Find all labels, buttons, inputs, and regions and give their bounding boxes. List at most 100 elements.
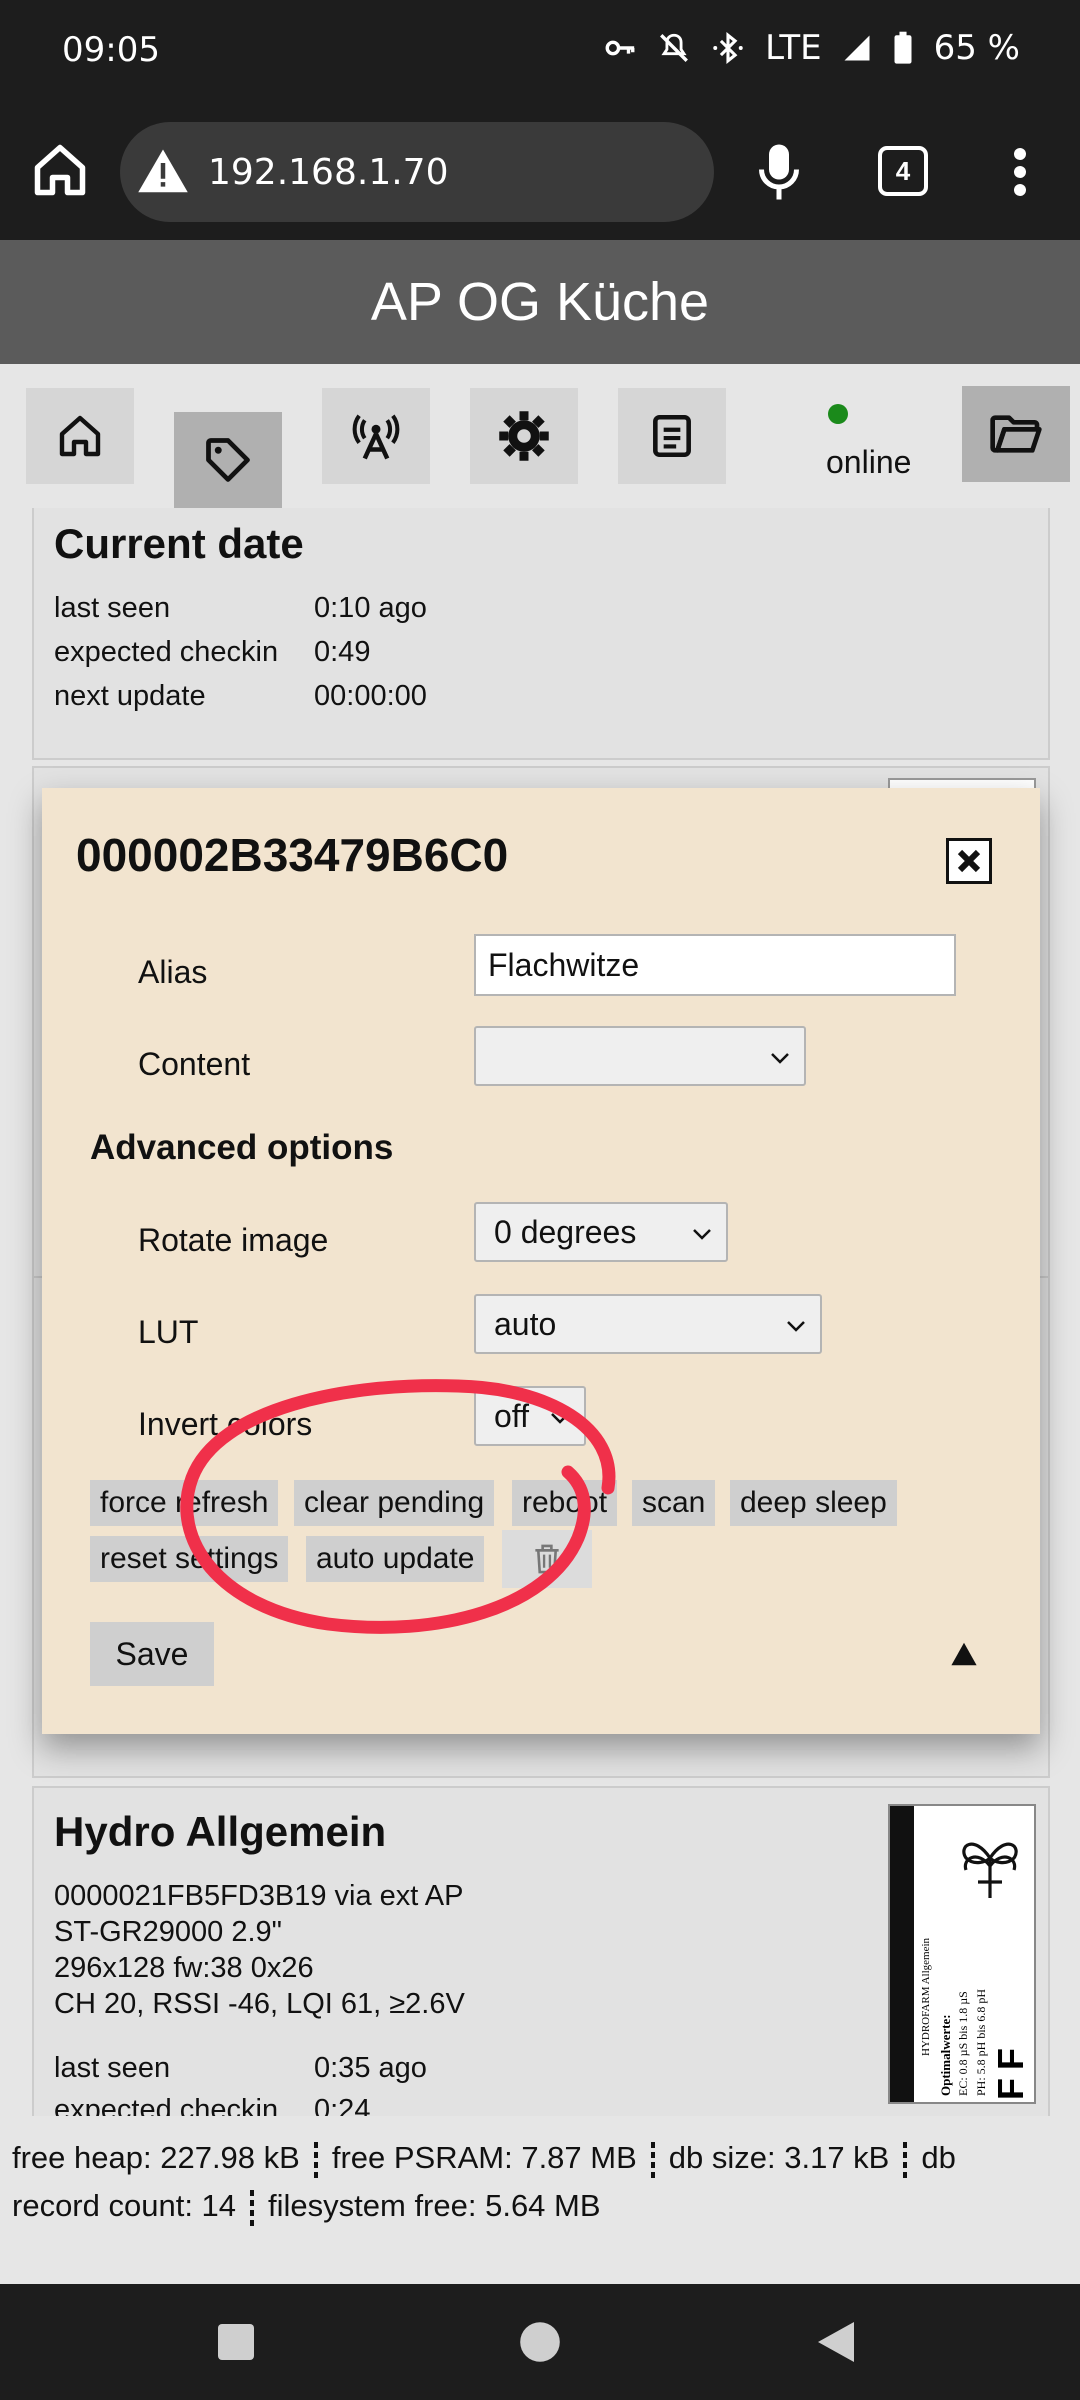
home-icon <box>59 415 101 457</box>
bluetooth-icon <box>713 32 743 64</box>
tag-preview-image[interactable]: HYDROFARM Allgemein Optimalwerte: EC: 0.… <box>888 1804 1036 2104</box>
close-dialog-button[interactable] <box>946 838 992 884</box>
info-value: 00:00:00 <box>314 680 427 712</box>
android-status-bar: 09:05 LTE 65 % <box>0 0 1080 104</box>
image-ph-text: PH: 5.8 pH bis 6.8 pH <box>974 1988 988 2096</box>
separator <box>313 2141 318 2178</box>
browser-home-button[interactable] <box>30 140 90 200</box>
nav-home-button[interactable] <box>26 388 134 484</box>
rotate-select[interactable]: 0 degrees <box>474 1202 728 1262</box>
force-refresh-button[interactable]: force refresh <box>90 1480 279 1526</box>
tag-mac: 0000021FB5FD3B19 via ext AP <box>54 1880 464 1912</box>
content-select[interactable] <box>474 1026 806 1086</box>
info-row: expected checkin 0:49 <box>54 636 370 669</box>
tab-switcher-button[interactable]: 4 <box>878 146 928 196</box>
online-status-label: online <box>826 444 912 480</box>
image-side-text: HYDROFARM Allgemein <box>920 1937 932 2056</box>
close-icon <box>957 849 981 873</box>
filesystem-free: filesystem free: 5.64 MB <box>268 2188 601 2223</box>
delete-tag-button[interactable] <box>502 1530 592 1588</box>
separator <box>903 2141 908 2178</box>
gear-icon <box>499 411 549 461</box>
info-label: expected checkin <box>54 636 279 668</box>
collapse-up-icon[interactable] <box>950 1640 978 1668</box>
info-label: last seen <box>54 2052 171 2084</box>
chevron-down-icon <box>551 1413 569 1424</box>
online-status-dot <box>828 404 848 424</box>
microphone-icon <box>759 144 799 200</box>
db-record-count: record count: 14 <box>12 2188 237 2223</box>
tag-card-hydro[interactable]: Hydro Allgemein 0000021FB5FD3B19 via ext… <box>32 1786 1050 2116</box>
free-psram: free PSRAM: 7.87 MB <box>331 2140 637 2175</box>
info-value: 0:10 ago <box>314 592 427 624</box>
alias-input[interactable]: Flachwitze <box>474 934 956 996</box>
image-ec-text: EC: 0.8 µS bis 1.8 µS <box>956 1991 970 2096</box>
scan-button[interactable]: scan <box>632 1480 716 1526</box>
battery-icon <box>894 31 912 64</box>
invert-label: Invert colors <box>138 1406 313 1442</box>
back-icon[interactable] <box>816 2320 856 2364</box>
tag-model: ST-GR29000 2.9" <box>54 1916 282 1948</box>
battery-level: 65 % <box>933 28 1020 68</box>
auto-update-button[interactable]: auto update <box>306 1536 485 1582</box>
browser-toolbar: 192.168.1.70 4 <box>0 104 1080 240</box>
nav-ap-button[interactable] <box>322 388 430 484</box>
nav-tags-button[interactable] <box>174 412 282 508</box>
clear-pending-button[interactable]: clear pending <box>294 1480 495 1526</box>
chevron-down-icon <box>771 1053 789 1064</box>
lut-select-value: auto <box>494 1306 557 1342</box>
tag-card-title: Hydro Allgemein <box>54 1808 387 1855</box>
tag-radio-info: CH 20, RSSI -46, LQI 61, ≥2.6V <box>54 1988 465 2020</box>
signal-icon <box>844 35 870 61</box>
deep-sleep-button[interactable]: deep sleep <box>730 1480 897 1526</box>
separator <box>250 2189 255 2226</box>
url-text: 192.168.1.70 <box>208 151 449 193</box>
antenna-icon <box>352 414 400 460</box>
recents-icon[interactable] <box>216 2322 256 2362</box>
tag-config-dialog: 000002B33479B6C0 Alias Flachwitze Conten… <box>42 788 1040 1734</box>
invert-select[interactable]: off <box>474 1386 586 1446</box>
clock: 09:05 <box>62 30 160 70</box>
image-side-bar <box>890 1806 914 2102</box>
home-icon <box>34 144 86 196</box>
rotate-label: Rotate image <box>138 1222 329 1258</box>
rotate-select-value: 0 degrees <box>494 1214 637 1250</box>
vpn-key-icon <box>605 40 635 56</box>
voice-search-button[interactable] <box>754 142 804 202</box>
image-big-text: OFF <box>990 2040 1031 2104</box>
browser-menu-button[interactable] <box>1000 142 1040 202</box>
nav-settings-button[interactable] <box>470 388 578 484</box>
alias-label: Alias <box>138 954 208 990</box>
tag-resolution: 296x128 fw:38 0x26 <box>54 1952 314 1984</box>
network-type: LTE <box>765 28 822 68</box>
reboot-button[interactable]: reboot <box>512 1480 618 1526</box>
address-bar[interactable]: 192.168.1.70 <box>120 122 714 222</box>
info-label: expected checkin <box>54 2094 279 2116</box>
content-label: Content <box>138 1046 251 1082</box>
lut-select[interactable]: auto <box>474 1294 822 1354</box>
info-label: next update <box>54 680 206 712</box>
home-nav-icon[interactable] <box>518 2320 562 2364</box>
save-button[interactable]: Save <box>90 1622 214 1686</box>
tag-icon <box>206 438 250 482</box>
mute-icon <box>660 33 689 62</box>
separator <box>650 2141 655 2178</box>
reset-settings-button[interactable]: reset settings <box>90 1536 289 1582</box>
dialog-title: 000002B33479B6C0 <box>76 829 509 881</box>
tag-card-current-date[interactable]: Current date last seen 0:10 ago expected… <box>32 508 1050 760</box>
system-info-footer: free heap: 227.98 kB free PSRAM: 7.87 MB d… <box>0 2116 1080 2284</box>
plant-icon <box>962 1842 1018 1898</box>
trash-icon <box>535 1544 559 1574</box>
system-indicators: LTE 65 % <box>603 28 1020 68</box>
image-heading: Optimalwerte: <box>938 2014 953 2096</box>
nav-log-button[interactable] <box>618 388 726 484</box>
tag-list: Current date last seen 0:10 ago expected… <box>0 508 1080 2116</box>
nav-files-button[interactable] <box>962 386 1070 482</box>
invert-select-value: off <box>494 1398 529 1434</box>
info-row: last seen 0:10 ago <box>54 592 427 625</box>
info-value: 0:49 <box>314 636 371 668</box>
main-nav: online <box>0 364 1080 508</box>
info-label: last seen <box>54 592 171 624</box>
info-row: last seen 0:35 ago <box>54 2052 427 2085</box>
chevron-down-icon <box>693 1229 711 1240</box>
